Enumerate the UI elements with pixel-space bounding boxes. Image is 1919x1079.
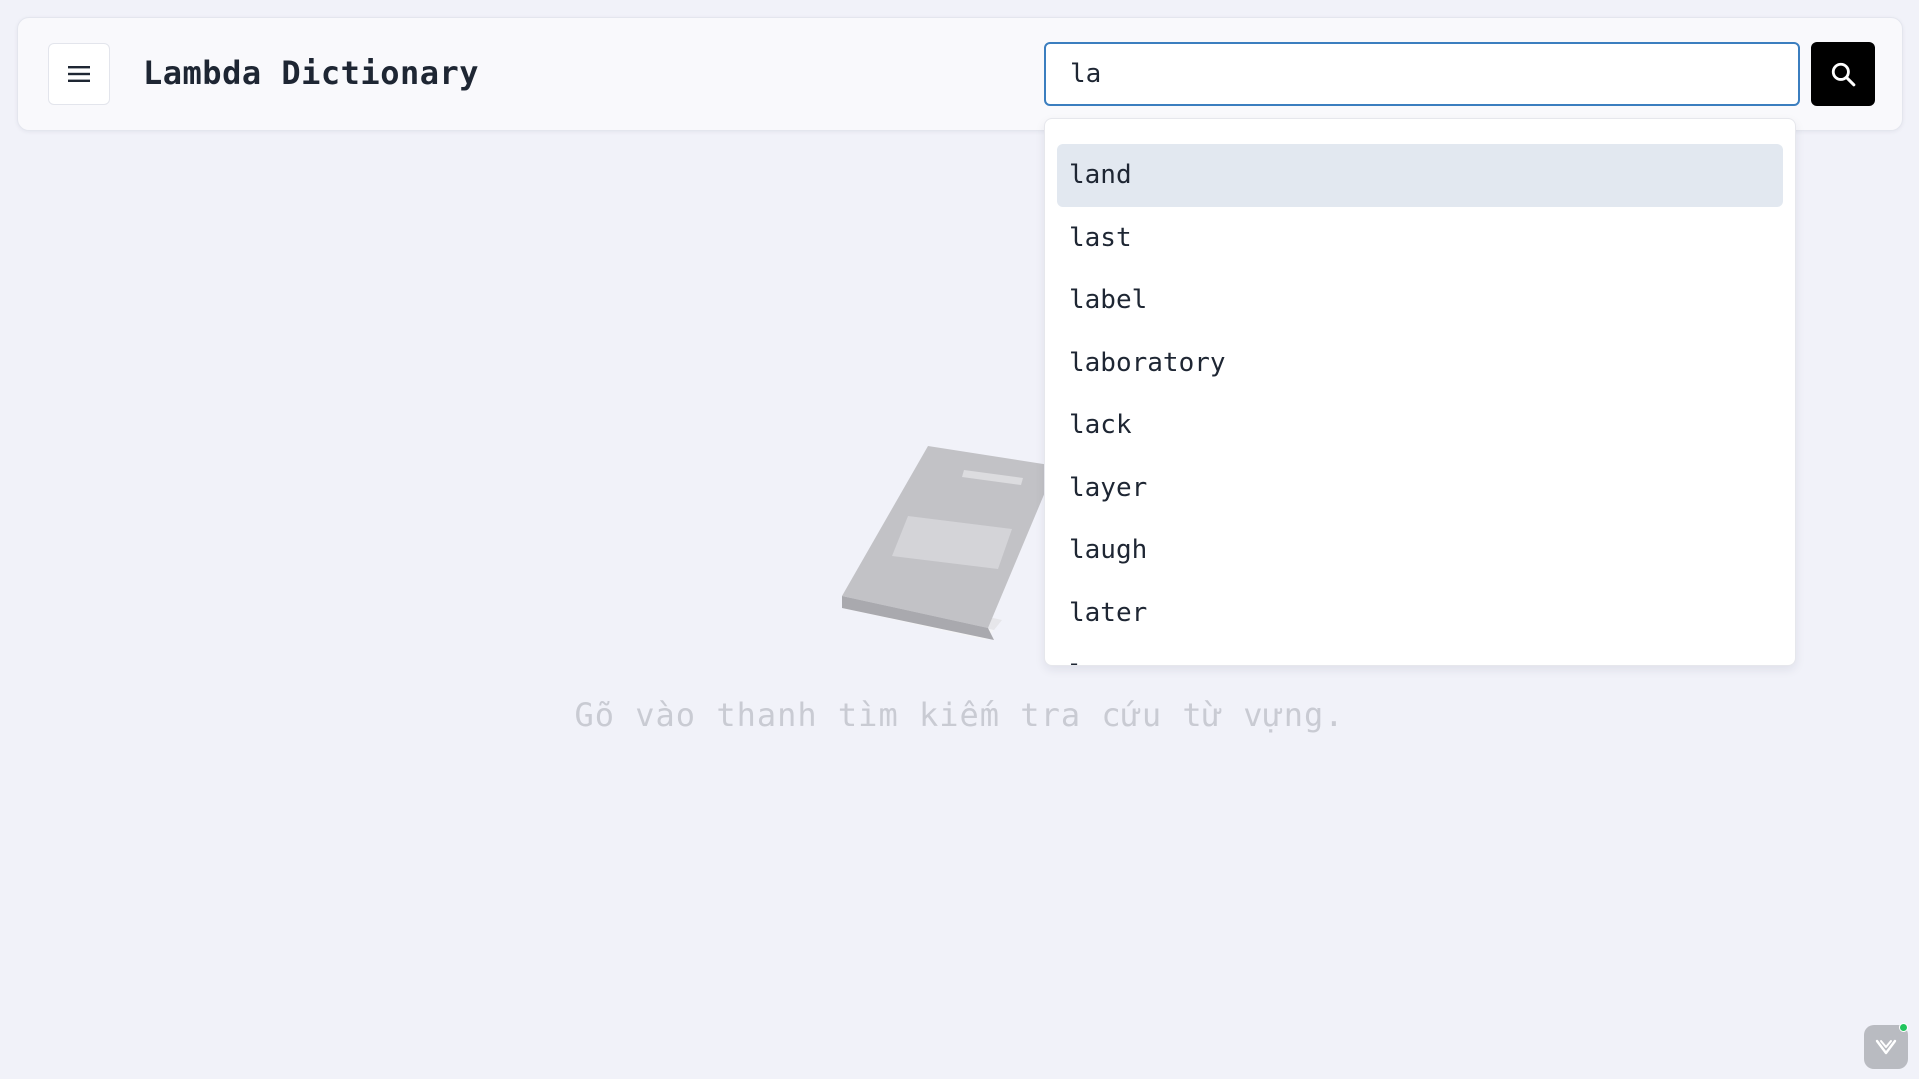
suggestion-item[interactable]: laboratory [1057, 332, 1783, 395]
suggestion-item[interactable]: later [1057, 582, 1783, 645]
menu-button[interactable] [48, 43, 110, 105]
suggestion-item[interactable]: label [1057, 269, 1783, 332]
suggestion-item[interactable]: laugh [1057, 519, 1783, 582]
book-icon [842, 446, 1056, 640]
app-title: Lambda Dictionary [143, 54, 480, 92]
hamburger-menu-icon [68, 66, 90, 82]
suggestion-item[interactable]: last [1057, 207, 1783, 270]
chat-widget-icon [1875, 1039, 1897, 1055]
search-button[interactable] [1811, 42, 1875, 106]
suggestion-item[interactable]: lack [1057, 394, 1783, 457]
suggestion-item[interactable]: layer [1057, 457, 1783, 520]
search-input[interactable] [1044, 42, 1800, 106]
suggestion-item[interactable]: la [1057, 644, 1783, 665]
autocomplete-dropdown: land last label laboratory lack layer la… [1044, 118, 1796, 666]
search-icon [1831, 62, 1856, 87]
empty-state-hint: Gõ vào thanh tìm kiếm tra cứu từ vựng. [574, 696, 1345, 734]
online-status-dot [1899, 1023, 1908, 1032]
suggestion-item[interactable]: land [1057, 144, 1783, 207]
app-header: Lambda Dictionary [17, 17, 1903, 131]
